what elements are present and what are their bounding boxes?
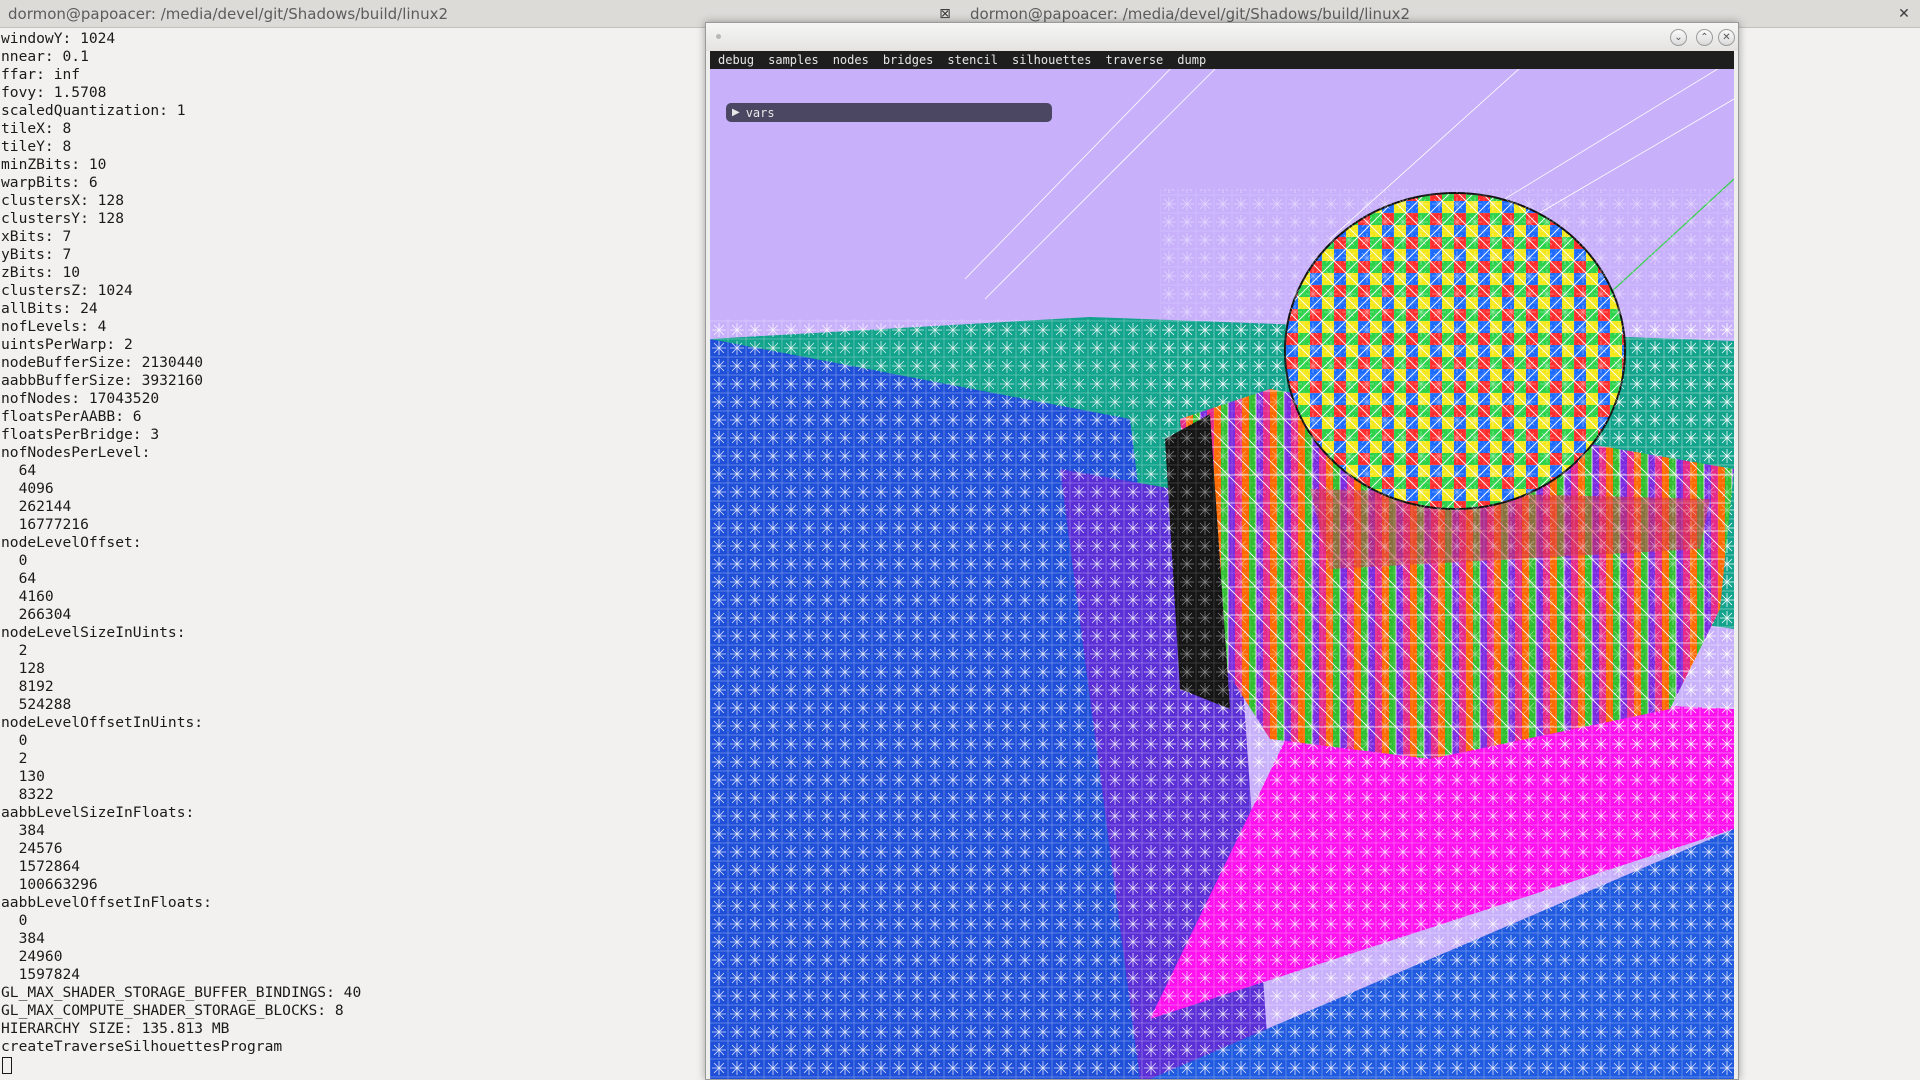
vars-panel[interactable]: ▶ vars <box>726 103 1052 122</box>
terminal-line: 262144 <box>1 498 72 515</box>
terminal-line: allBits: 24 <box>1 300 98 317</box>
terminal-line: HIERARCHY SIZE: 135.813 MB <box>1 1020 230 1037</box>
terminal-line: clustersZ: 1024 <box>1 282 133 299</box>
window-titlebar[interactable]: ⌄ ⌃ ✕ <box>706 23 1738 51</box>
terminal-line: 524288 <box>1 696 72 713</box>
terminal-line: 8192 <box>1 678 54 695</box>
scene-render[interactable] <box>710 69 1734 1079</box>
menu-item-debug[interactable]: debug <box>718 53 754 67</box>
terminal-line: 24576 <box>1 840 63 857</box>
terminal-line: 0 <box>1 552 28 569</box>
tab-title: dormon@papoacer: /media/devel/git/Shadow… <box>8 5 448 23</box>
terminal-line: aabbBufferSize: 3932160 <box>1 372 204 389</box>
wireframe-overlay <box>1160 189 1734 769</box>
terminal-line: fovy: 1.5708 <box>1 84 107 101</box>
terminal-line: tileX: 8 <box>1 120 72 137</box>
terminal-line: 8322 <box>1 786 54 803</box>
terminal-line: nofNodesPerLevel: <box>1 444 151 461</box>
terminal-line: floatsPerAABB: 6 <box>1 408 142 425</box>
terminal-line: nodeLevelSizeInUints: <box>1 624 186 641</box>
terminal-line: uintsPerWarp: 2 <box>1 336 133 353</box>
terminal-line: xBits: 7 <box>1 228 72 245</box>
menu-item-traverse[interactable]: traverse <box>1105 53 1163 67</box>
terminal-line: 4096 <box>1 480 54 497</box>
debug-menubar: debug samples nodes bridges stencil silhouett… <box>710 51 1734 69</box>
terminal-line: yBits: 7 <box>1 246 72 263</box>
terminal-line: 266304 <box>1 606 72 623</box>
terminal-line: aabbLevelOffsetInFloats: <box>1 894 212 911</box>
terminal-line: 16777216 <box>1 516 89 533</box>
terminal-line: clustersY: 128 <box>1 210 125 227</box>
menu-item-dump[interactable]: dump <box>1177 53 1206 67</box>
terminal-line: 64 <box>1 570 37 587</box>
terminal-line: clustersX: 128 <box>1 192 125 209</box>
gl-viewport[interactable]: debug samples nodes bridges stencil silhouett… <box>710 51 1734 1079</box>
menu-item-samples[interactable]: samples <box>768 53 819 67</box>
menu-item-stencil[interactable]: stencil <box>947 53 998 67</box>
terminal-line: warpBits: 6 <box>1 174 98 191</box>
menu-item-silhouettes[interactable]: silhouettes <box>1012 53 1091 67</box>
terminal-line: zBits: 10 <box>1 264 81 281</box>
terminal-line: nnear: 0.1 <box>1 48 89 65</box>
terminal-line: 4160 <box>1 588 54 605</box>
terminal-line: nodeLevelOffset: <box>1 534 142 551</box>
menu-item-nodes[interactable]: nodes <box>833 53 869 67</box>
terminal-line: windowY: 1024 <box>1 30 116 47</box>
terminal-line: 1597824 <box>1 966 81 983</box>
terminal-line: floatsPerBridge: 3 <box>1 426 160 443</box>
terminal-line: 384 <box>1 822 45 839</box>
terminal-line: 2 <box>1 642 28 659</box>
vars-label: vars <box>745 105 775 120</box>
terminal-line: aabbLevelSizeInFloats: <box>1 804 195 821</box>
close-tab-icon[interactable]: ✕ <box>1896 6 1912 22</box>
terminal-line: 2 <box>1 750 28 767</box>
terminal-line: ffar: inf <box>1 66 81 83</box>
terminal-line: 24960 <box>1 948 63 965</box>
terminal-line: tileY: 8 <box>1 138 72 155</box>
close-tab-icon[interactable]: ⊠ <box>937 6 953 22</box>
terminal-line: nodeLevelOffsetInUints: <box>1 714 204 731</box>
terminal-line: createTraverseSilhouettesProgram <box>1 1038 283 1055</box>
terminal-line: nodeBufferSize: 2130440 <box>1 354 204 371</box>
window-menu-icon[interactable] <box>716 34 721 39</box>
terminal-cursor <box>2 1057 12 1074</box>
menu-item-bridges[interactable]: bridges <box>883 53 934 67</box>
expand-arrow-icon: ▶ <box>732 107 740 118</box>
terminal-line: 130 <box>1 768 45 785</box>
tab-title: dormon@papoacer: /media/devel/git/Shadow… <box>970 5 1410 23</box>
terminal-prompt-line <box>0 1056 700 1074</box>
terminal-line: 64 <box>1 462 37 479</box>
terminal-line: minZBits: 10 <box>1 156 107 173</box>
terminal-line: 0 <box>1 912 28 929</box>
maximize-button[interactable]: ⌃ <box>1696 29 1713 46</box>
terminal-line: GL_MAX_SHADER_STORAGE_BUFFER_BINDINGS: 4… <box>1 984 362 1001</box>
terminal-line: scaledQuantization: 1 <box>1 102 186 119</box>
app-window: ⌄ ⌃ ✕ debug samples nodes bridges stencil sil… <box>705 22 1739 1080</box>
terminal-line: nofLevels: 4 <box>1 318 107 335</box>
terminal-output[interactable]: windowY: 1024 nnear: 0.1 ffar: inf fovy: 1.… <box>0 30 700 1080</box>
terminal-line: nofNodes: 17043520 <box>1 390 160 407</box>
terminal-line: 100663296 <box>1 876 98 893</box>
minimize-button[interactable]: ⌄ <box>1670 29 1687 46</box>
terminal-line: 1572864 <box>1 858 81 875</box>
close-button[interactable]: ✕ <box>1718 29 1735 46</box>
terminal-line: 128 <box>1 660 45 677</box>
terminal-line: 0 <box>1 732 28 749</box>
terminal-line: 384 <box>1 930 45 947</box>
terminal-line: GL_MAX_COMPUTE_SHADER_STORAGE_BLOCKS: 8 <box>1 1002 344 1019</box>
